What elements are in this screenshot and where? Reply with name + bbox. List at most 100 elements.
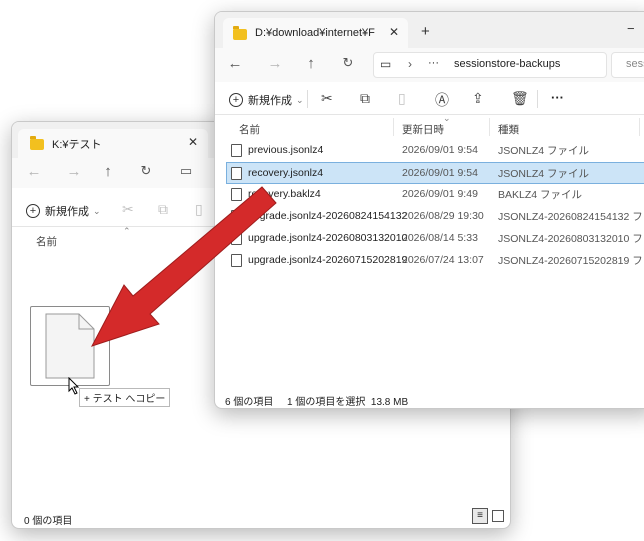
file-type: JSONLZ4-20260824154132 ファイル xyxy=(498,210,644,223)
minimize-icon[interactable]: − xyxy=(627,21,635,36)
delete-icon[interactable]: 🗑 xyxy=(511,90,529,107)
file-type: JSONLZ4 ファイル xyxy=(498,167,590,180)
copy-icon[interactable]: ⧉ xyxy=(360,90,370,107)
separator xyxy=(537,90,538,108)
column-divider xyxy=(393,118,394,136)
column-header-name[interactable]: 名前 xyxy=(36,234,57,249)
file-name: upgrade.jsonlz4-20260715202819 xyxy=(248,254,408,266)
more-icon[interactable]: ··· xyxy=(551,90,564,105)
file-type: JSONLZ4 ファイル xyxy=(498,144,590,157)
close-tab-icon[interactable]: ✕ xyxy=(389,25,399,39)
cut-icon[interactable]: ✂ xyxy=(321,90,333,107)
close-tab-icon[interactable]: ✕ xyxy=(188,135,198,149)
rename-icon[interactable]: Ⓐ xyxy=(435,90,449,110)
file-date: 2026/09/01 9:54 xyxy=(402,144,478,156)
file-date: 2026/09/01 9:49 xyxy=(402,188,478,200)
details-view-icon[interactable]: ≡ xyxy=(472,508,488,524)
file-name: previous.jsonlz4 xyxy=(248,144,324,156)
file-row[interactable]: recovery.baklz4 2026/09/01 9:49 BAKLZ4 フ… xyxy=(227,184,644,204)
search-field[interactable]: sess xyxy=(611,52,644,78)
file-row[interactable]: previous.jsonlz4 2026/09/01 9:54 JSONLZ4… xyxy=(227,140,644,160)
refresh-icon[interactable]: ↻ xyxy=(136,163,156,179)
file-icon xyxy=(231,187,242,201)
sort-caret-icon: ⌃ xyxy=(123,226,131,236)
file-row[interactable]: upgrade.jsonlz4-20260824154132 2026/08/2… xyxy=(227,206,644,226)
file-name: recovery.jsonlz4 xyxy=(248,167,324,179)
file-row[interactable]: upgrade.jsonlz4-20260715202819 2026/07/2… xyxy=(227,250,644,270)
column-divider xyxy=(489,118,490,136)
right-item-count: 6 個の項目 xyxy=(225,397,274,408)
file-row[interactable]: upgrade.jsonlz4-20260803132010 2026/08/1… xyxy=(227,228,644,248)
refresh-icon[interactable]: ↻ xyxy=(338,55,358,71)
share-icon[interactable]: ⇪ xyxy=(472,90,484,107)
right-tab[interactable]: D:¥download¥internet¥Firefox ✕ xyxy=(223,18,408,48)
file-type: JSONLZ4-20260803132010 ファイル xyxy=(498,232,644,245)
right-selection-info: 1 個の項目を選択 13.8 MB xyxy=(287,397,409,408)
address-bar[interactable]: ▭ › ··· sessionstore-backups xyxy=(373,52,607,78)
right-navbar: ← → ↑ ↻ ▭ › ··· sessionstore-backups ses… xyxy=(215,48,644,82)
new-button-label: 新規作成 xyxy=(248,95,292,107)
file-icon xyxy=(231,209,242,223)
sort-caret-icon: ⌄ xyxy=(443,113,451,123)
paste-icon[interactable]: ▯ xyxy=(398,90,406,107)
right-tabstrip: D:¥download¥internet¥Firefox ✕ + − xyxy=(215,12,644,48)
copy-tooltip: + テスト へコピー xyxy=(79,388,171,407)
column-divider xyxy=(639,118,640,136)
breadcrumb-ellipsis[interactable]: ··· xyxy=(428,57,439,69)
file-name: upgrade.jsonlz4-20260824154132 xyxy=(248,210,408,222)
new-button[interactable]: + 新規作成 ⌄ xyxy=(229,92,304,108)
back-icon[interactable]: ← xyxy=(24,163,44,180)
file-list: previous.jsonlz4 2026/09/01 9:54 JSONLZ4… xyxy=(215,140,644,280)
file-date: 2026/08/14 5:33 xyxy=(402,232,478,244)
right-toolbar: + 新規作成 ⌄ ✂ ⧉ ▯ Ⓐ ⇪ 🗑 ··· xyxy=(215,84,644,115)
tiles-view-icon[interactable] xyxy=(492,510,504,522)
forward-icon[interactable]: → xyxy=(64,163,84,180)
chevron-down-icon: ⌄ xyxy=(296,94,304,105)
file-row-selected[interactable]: recovery.jsonlz4 2026/09/01 9:54 JSONLZ4… xyxy=(226,162,644,184)
monitor-icon: ▭ xyxy=(380,57,392,71)
new-tab-icon[interactable]: + xyxy=(421,23,430,40)
file-icon xyxy=(45,313,95,379)
up-icon[interactable]: ↑ xyxy=(301,55,321,72)
column-header-name[interactable]: 名前 xyxy=(239,122,260,137)
file-icon xyxy=(231,253,242,267)
right-tab-title: D:¥download¥internet¥Firefox xyxy=(255,27,375,39)
left-item-count: 0 個の項目 xyxy=(24,516,73,527)
plus-icon: + xyxy=(26,204,40,218)
chevron-down-icon: ⌄ xyxy=(93,205,101,216)
separator xyxy=(307,90,308,108)
copy-icon[interactable]: ⧉ xyxy=(158,201,168,218)
file-name: recovery.baklz4 xyxy=(248,188,321,200)
monitor-icon[interactable]: ▭ xyxy=(176,163,196,179)
up-icon[interactable]: ↑ xyxy=(98,163,118,180)
cut-icon[interactable]: ✂ xyxy=(122,201,134,218)
folder-icon xyxy=(30,136,44,150)
right-statusbar: 6 個の項目 1 個の項目を選択 13.8 MB xyxy=(215,390,644,408)
file-icon xyxy=(231,143,242,157)
right-explorer-window: D:¥download¥internet¥Firefox ✕ + − ← → ↑… xyxy=(214,11,644,409)
back-icon[interactable]: ← xyxy=(225,55,245,72)
chevron-right-icon: › xyxy=(408,57,412,71)
new-button[interactable]: + 新規作成 ⌄ xyxy=(26,203,101,219)
drag-preview xyxy=(30,306,110,386)
left-tab-title: K:¥テスト xyxy=(52,138,102,151)
column-header-type[interactable]: 種類 xyxy=(498,122,519,137)
file-type: BAKLZ4 ファイル xyxy=(498,188,583,201)
left-statusbar: 0 個の項目 ≡ xyxy=(12,508,510,527)
file-icon xyxy=(231,231,242,245)
breadcrumb-current[interactable]: sessionstore-backups xyxy=(454,58,560,70)
folder-icon xyxy=(233,25,247,40)
paste-icon[interactable]: ▯ xyxy=(195,201,203,218)
file-icon xyxy=(231,166,242,180)
file-date: 2026/09/01 9:54 xyxy=(402,167,478,179)
plus-icon: + xyxy=(229,93,243,107)
file-date: 2026/07/24 13:07 xyxy=(402,254,484,266)
file-type: JSONLZ4-20260715202819 ファイル xyxy=(498,254,644,267)
file-date: 2026/08/29 19:30 xyxy=(402,210,484,222)
left-tab[interactable]: K:¥テスト ✕ xyxy=(18,129,208,158)
forward-icon[interactable]: → xyxy=(265,55,285,72)
file-name: upgrade.jsonlz4-20260803132010 xyxy=(248,232,408,244)
column-header-date[interactable]: 更新日時 xyxy=(402,122,444,137)
new-button-label: 新規作成 xyxy=(45,206,89,218)
search-placeholder: sess xyxy=(626,58,644,70)
